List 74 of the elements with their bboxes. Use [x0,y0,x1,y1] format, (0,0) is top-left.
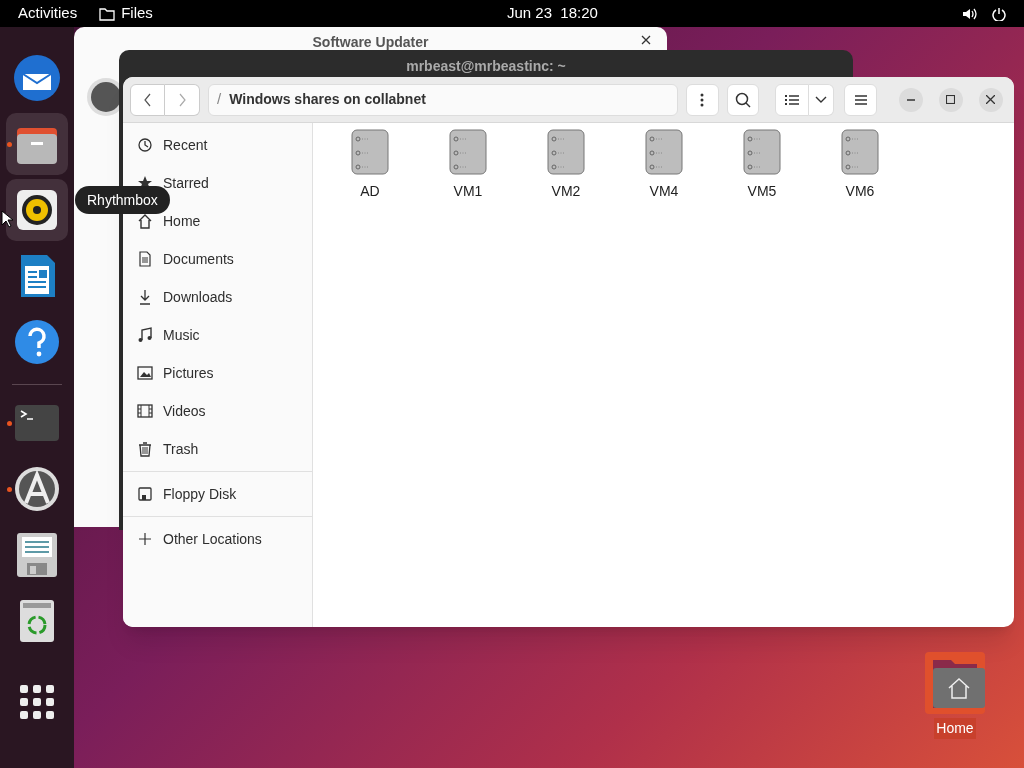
desktop-icon-label: Home [934,718,976,739]
search-icon [735,91,751,108]
share-label: VM2 [551,182,581,201]
menu-icon [853,93,868,106]
sidebar-item[interactable]: Recent [123,126,312,164]
chevron-left-icon [144,92,151,107]
server-icon [449,129,487,175]
folder-icon [99,6,116,21]
clock[interactable]: Jun 23 18:20 [507,2,598,25]
app-menu[interactable]: Files [121,2,153,25]
sidebar-item[interactable]: Pictures [123,354,312,392]
pictures-icon [137,365,153,381]
sidebar-item[interactable]: Other Locations [123,520,312,558]
server-icon [645,129,683,175]
volume-icon [962,6,978,21]
share-label: VM1 [453,182,483,201]
server-icon [841,129,879,175]
minimize-button[interactable] [899,87,923,112]
main-menu-button[interactable] [844,83,877,116]
dock-item[interactable] [6,113,68,175]
share-label: VM4 [649,182,679,201]
power-icon [992,6,1006,21]
view-options-button[interactable] [809,83,835,116]
close-icon [641,35,651,45]
more-options-icon [700,92,705,107]
mouse-pointer-icon [1,210,13,228]
documents-icon [137,251,153,267]
sidebar-item[interactable]: Downloads [123,278,312,316]
path-separator: / [217,89,222,110]
add-icon [137,531,153,547]
recent-icon [137,137,153,153]
chevron-right-icon [178,92,186,107]
path-button[interactable]: Windows shares on collabnet [229,89,426,110]
search-button[interactable] [726,83,760,116]
share-item[interactable]: VM5 [713,129,811,202]
sidebar-item[interactable]: Videos [123,392,312,430]
server-icon [743,129,781,175]
window-title: mrbeast@mrbeastinc: ~ [406,57,566,76]
sidebar-item[interactable]: Documents [123,240,312,278]
minimize-icon [907,98,915,101]
trash-icon [137,441,153,457]
dock-item[interactable] [6,179,68,241]
sidebar-item[interactable]: Floppy Disk [123,475,312,513]
share-label: VM5 [747,182,777,201]
home-icon [137,213,153,229]
maximize-button[interactable] [939,87,963,112]
videos-icon [137,403,153,419]
mail-icon [13,54,61,102]
list-icon [785,93,800,106]
close-button[interactable] [979,87,1003,112]
share-item[interactable]: VM1 [419,129,517,202]
help-icon [13,318,61,366]
close-icon [986,95,996,104]
share-item[interactable]: VM6 [811,129,909,202]
music-icon [137,327,153,343]
home-folder-icon [925,652,985,714]
desktop-icon[interactable]: Home [918,652,992,739]
share-item[interactable]: AD [321,129,419,202]
share-item[interactable]: VM2 [517,129,615,202]
downloads-icon [137,289,153,305]
app-grid-icon [20,685,54,719]
server-icon [351,129,389,175]
sidebar-item[interactable]: Trash [123,430,312,468]
sidebar-item[interactable]: Music [123,316,312,354]
view-button[interactable] [775,83,810,116]
server-icon [547,129,585,175]
window-title: Software Updater [312,33,429,52]
maximize-icon [946,95,956,104]
chevron-down-icon [815,95,828,104]
share-label: AD [360,182,380,201]
share-label: VM6 [845,182,875,201]
floppy-icon [137,486,153,502]
share-item[interactable]: VM4 [615,129,713,202]
activities-button[interactable]: Activities [18,2,78,25]
